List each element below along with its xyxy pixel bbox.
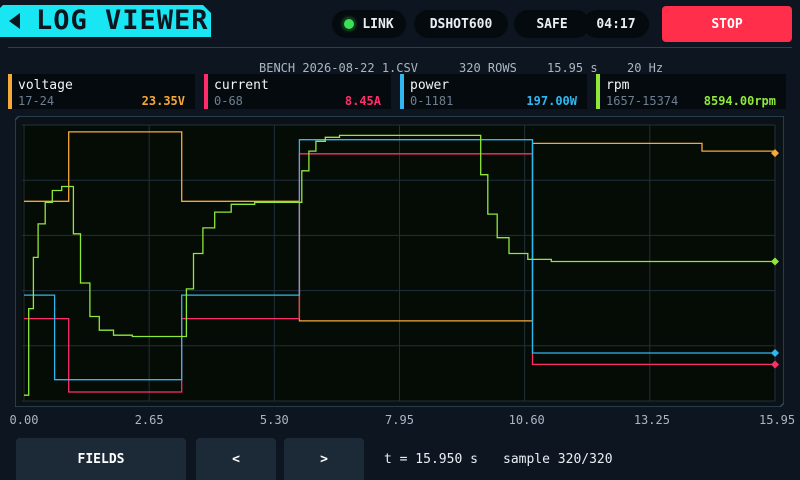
log-duration: 15.95 s (547, 61, 598, 75)
link-status-pill: LINK (332, 10, 406, 38)
cursor-time: t = 15.950 s (384, 452, 478, 467)
field-range: 0-1181 (410, 94, 454, 108)
sample-rate: 20 Hz (627, 61, 664, 75)
header-divider (8, 47, 792, 48)
app-title-badge: LOG VIEWER (0, 5, 211, 37)
field-range: 1657-15374 (606, 94, 679, 108)
stop-button[interactable]: STOP (662, 6, 792, 42)
next-sample-button[interactable]: > (284, 438, 364, 480)
sample-position: sample 320/320 (503, 452, 613, 467)
field-card-voltage[interactable]: voltage 17-24 23.35V (8, 74, 195, 109)
row-count: 320 ROWS (459, 61, 517, 75)
field-color-bar (400, 74, 404, 109)
clock-label: 04:17 (596, 16, 636, 32)
field-color-bar (204, 74, 208, 109)
plot-area (22, 125, 775, 401)
field-name: voltage (18, 78, 73, 93)
field-color-bar (8, 74, 12, 109)
field-name: power (410, 78, 450, 93)
x-tick-label: 15.95 (759, 413, 796, 427)
field-card-power[interactable]: power 0-1181 197.00W (400, 74, 587, 109)
back-arrow-icon[interactable] (9, 13, 20, 29)
file-name: BENCH_2026-08-22_1.CSV (259, 61, 418, 75)
field-value: 8.45A (344, 94, 381, 108)
field-card-rpm[interactable]: rpm 1657-15374 8594.00rpm (596, 74, 786, 109)
link-led-icon (344, 19, 355, 29)
x-tick-label: 10.60 (508, 413, 545, 427)
protocol-label: DSHOT600 (429, 16, 493, 32)
field-name: current (214, 78, 269, 93)
x-tick-label: 13.25 (633, 413, 670, 427)
field-value: 197.00W (526, 94, 577, 108)
field-value: 8594.00rpm (703, 94, 776, 108)
arm-state-pill: SAFE (514, 10, 590, 38)
x-tick-label: 5.30 (259, 413, 289, 427)
fields-button[interactable]: FIELDS (16, 438, 186, 480)
page-title: LOG VIEWER (36, 5, 209, 36)
x-tick-label: 2.65 (134, 413, 164, 427)
field-name: rpm (606, 78, 630, 93)
log-plot[interactable] (15, 116, 784, 407)
link-status-label: LINK (362, 16, 394, 32)
field-range: 17-24 (18, 94, 55, 108)
arm-state-label: SAFE (536, 16, 568, 32)
field-card-current[interactable]: current 0-68 8.45A (204, 74, 391, 109)
field-value: 23.35V (141, 94, 185, 108)
clock-pill: 04:17 (583, 10, 649, 38)
prev-sample-button[interactable]: < (196, 438, 276, 480)
x-tick-label: 0.00 (9, 413, 39, 427)
field-color-bar (596, 74, 600, 109)
protocol-pill: DSHOT600 (414, 10, 508, 38)
field-range: 0-68 (214, 94, 243, 108)
x-tick-label: 7.95 (385, 413, 414, 427)
